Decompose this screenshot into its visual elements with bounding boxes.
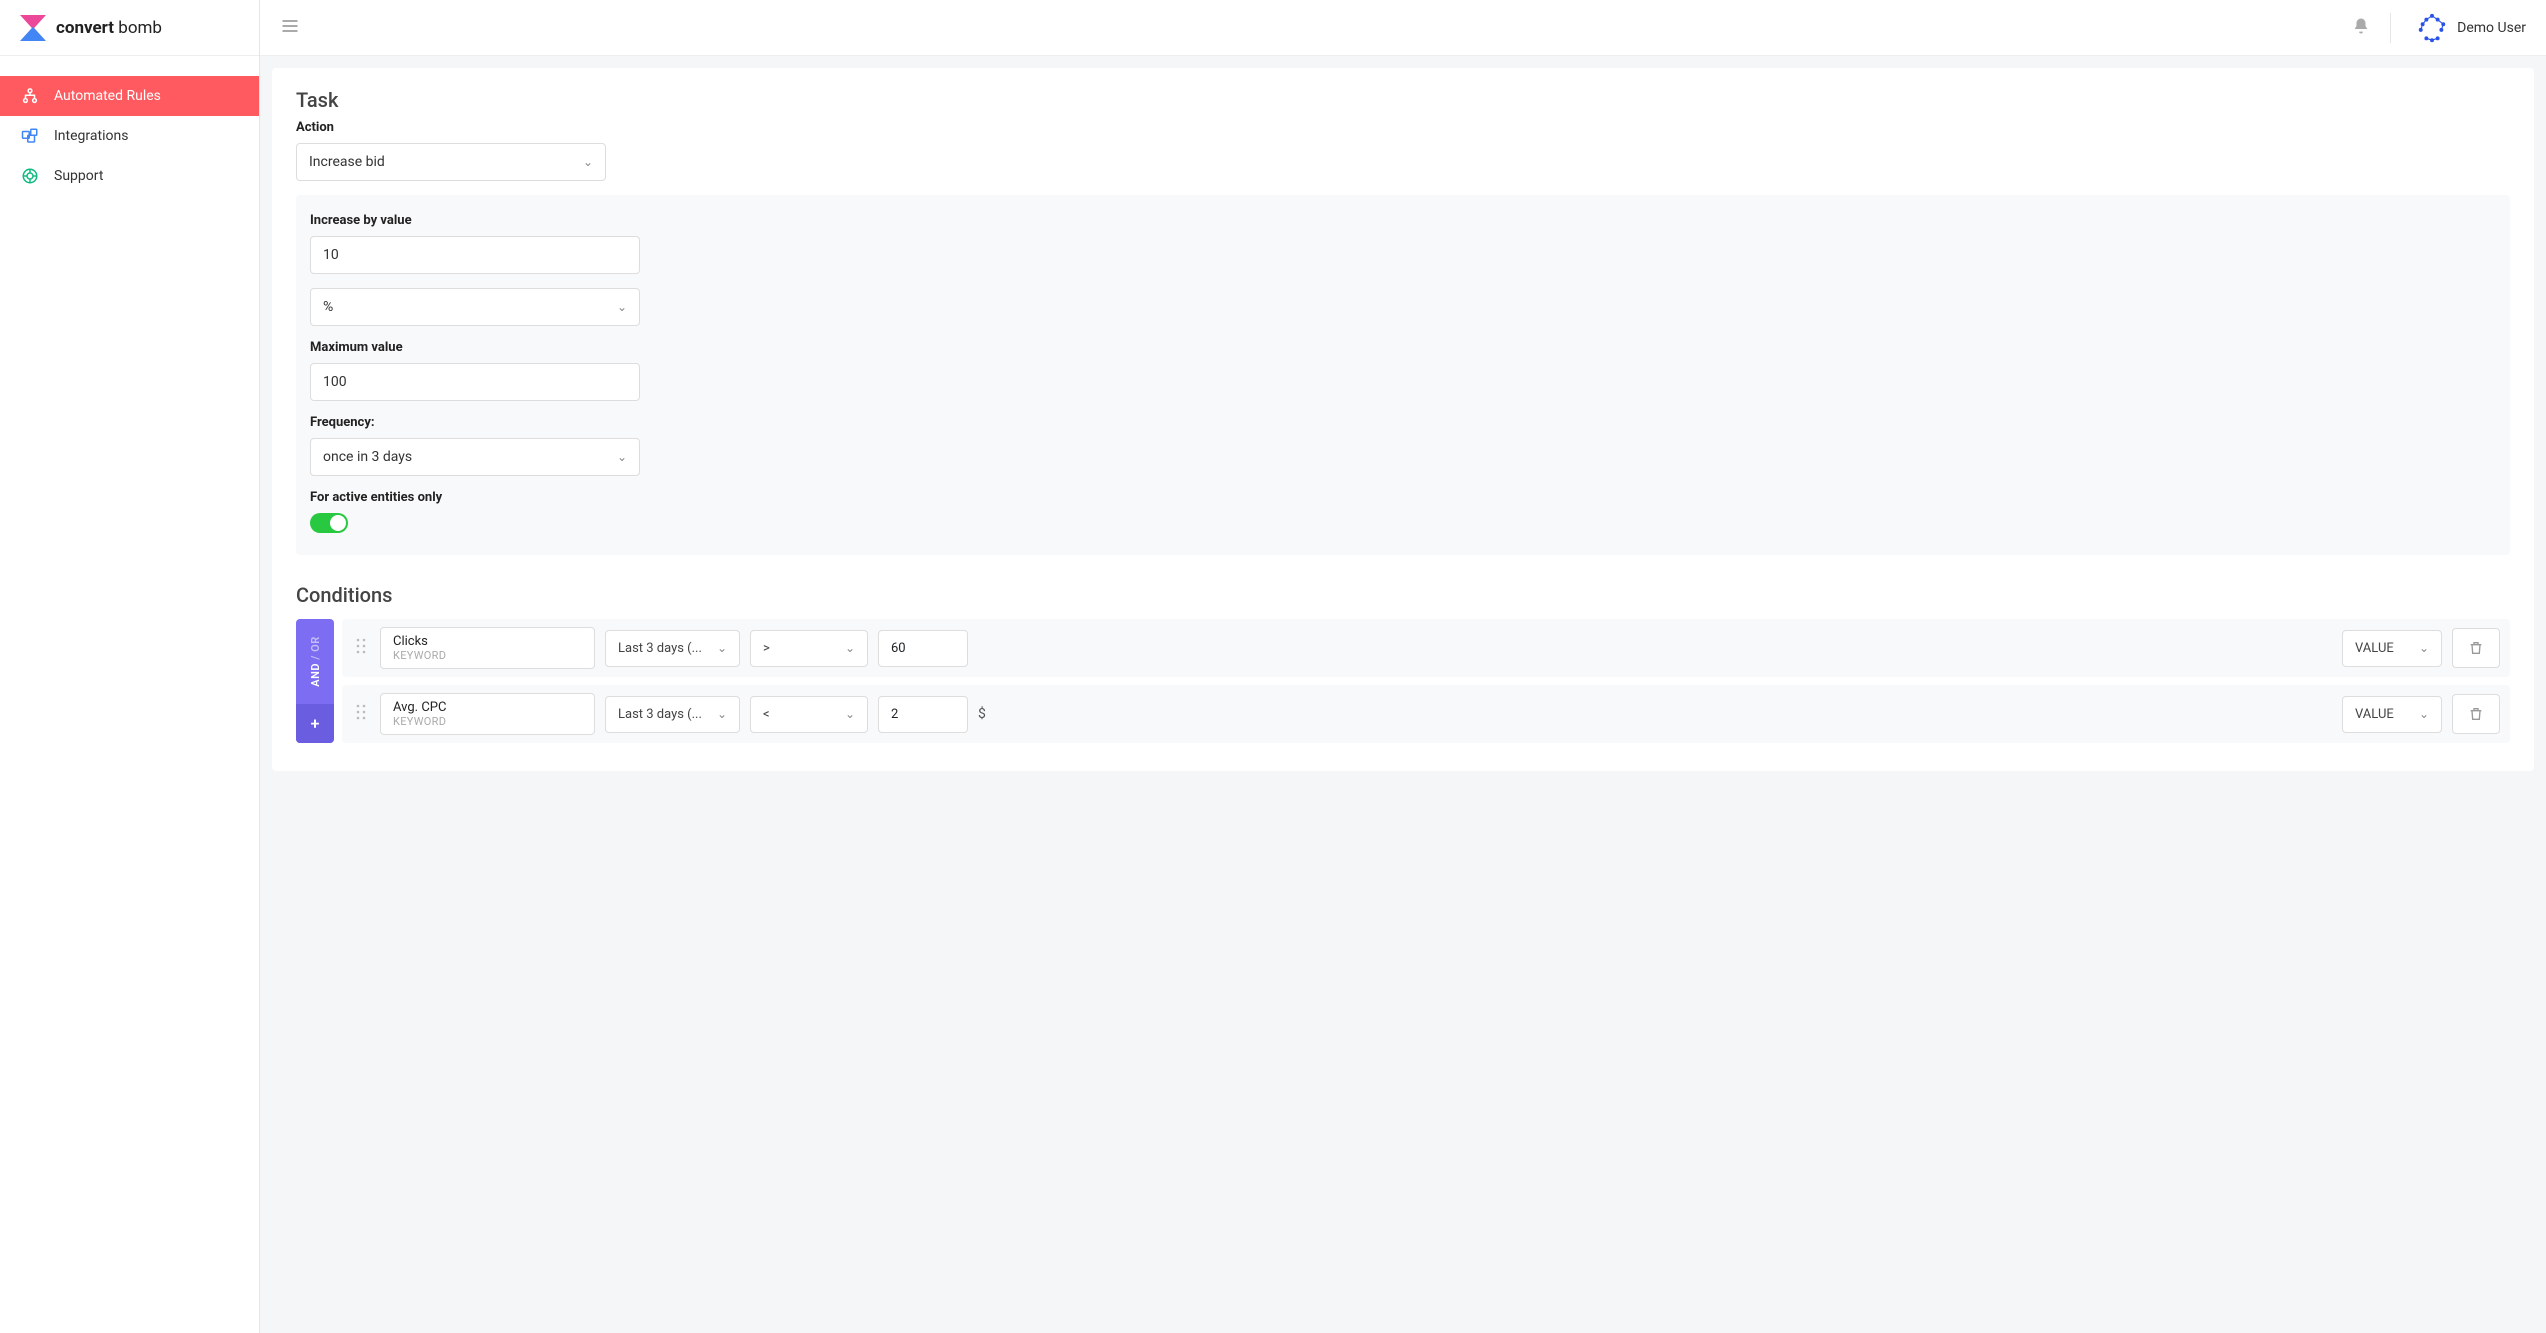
task-panel: Task Action Increase bid ⌄ Increase by v… (272, 68, 2534, 771)
sidebar-item-automated-rules[interactable]: Automated Rules (0, 76, 259, 116)
nav: Automated Rules Integrations Support (0, 56, 259, 196)
chevron-down-icon: ⌄ (583, 155, 593, 169)
chevron-down-icon: ⌄ (2419, 641, 2429, 655)
chevron-down-icon: ⌄ (845, 641, 855, 655)
sidebar-item-support[interactable]: Support (0, 156, 259, 196)
and-or-label: AND / OR (309, 636, 322, 687)
active-entities-label: For active entities only (310, 490, 2496, 505)
period-select[interactable]: Last 3 days (... ⌄ (605, 630, 740, 667)
sidebar-item-integrations[interactable]: Integrations (0, 116, 259, 156)
chevron-down-icon: ⌄ (2419, 707, 2429, 721)
topbar: Demo User (260, 0, 2546, 56)
notifications-icon[interactable] (2352, 17, 2370, 39)
max-value-input[interactable]: 100 (310, 363, 640, 401)
unit-value: % (323, 299, 333, 315)
user-menu[interactable]: Demo User (2411, 13, 2526, 43)
max-label: Maximum value (310, 340, 2496, 355)
logo-icon (20, 15, 46, 41)
delete-condition-button[interactable] (2452, 628, 2500, 668)
sidebar-item-label: Automated Rules (54, 88, 161, 104)
sidebar-item-label: Support (54, 168, 103, 184)
action-select[interactable]: Increase bid ⌄ (296, 143, 606, 181)
period-select[interactable]: Last 3 days (... ⌄ (605, 696, 740, 733)
condition-row: Clicks KEYWORD Last 3 days (... ⌄ > ⌄ (342, 619, 2510, 677)
chevron-down-icon: ⌄ (617, 300, 627, 314)
metric-select[interactable]: Clicks KEYWORD (380, 627, 595, 669)
user-name: Demo User (2457, 20, 2526, 36)
integrations-icon (20, 127, 40, 145)
value-input[interactable]: 2 (878, 696, 968, 733)
delete-condition-button[interactable] (2452, 694, 2500, 734)
unit-select[interactable]: % ⌄ (310, 288, 640, 326)
rules-icon (20, 87, 40, 105)
conditions-title: Conditions (296, 583, 2510, 607)
value-input[interactable]: 60 (878, 630, 968, 667)
drag-handle-icon[interactable] (352, 703, 370, 725)
trash-icon (2468, 640, 2484, 656)
sidebar: convert bomb Automated Rules Integration… (0, 0, 260, 1333)
trash-icon (2468, 706, 2484, 722)
chevron-down-icon: ⌄ (617, 450, 627, 464)
active-entities-toggle[interactable] (310, 513, 348, 533)
task-details: Increase by value 10 % ⌄ Maximum value (296, 195, 2510, 555)
action-label: Action (296, 120, 2510, 135)
operator-select[interactable]: > ⌄ (750, 630, 868, 667)
value-type-select[interactable]: VALUE ⌄ (2342, 696, 2442, 733)
value-type-select[interactable]: VALUE ⌄ (2342, 630, 2442, 667)
chevron-down-icon: ⌄ (717, 641, 727, 655)
menu-toggle-icon[interactable] (280, 16, 300, 40)
frequency-select[interactable]: once in 3 days ⌄ (310, 438, 640, 476)
value-unit: $ (978, 706, 994, 722)
divider (2390, 13, 2391, 43)
metric-select[interactable]: Avg. CPC KEYWORD (380, 693, 595, 735)
condition-row: Avg. CPC KEYWORD Last 3 days (... ⌄ < ⌄ (342, 685, 2510, 743)
action-value: Increase bid (309, 154, 385, 170)
and-or-operator[interactable]: AND / OR + (296, 619, 334, 743)
frequency-value: once in 3 days (323, 449, 412, 465)
conditions-block: AND / OR + Clicks (296, 619, 2510, 743)
support-icon (20, 167, 40, 185)
avatar-icon (2417, 13, 2447, 43)
operator-select[interactable]: < ⌄ (750, 696, 868, 733)
sidebar-item-label: Integrations (54, 128, 128, 144)
logo-text: convert bomb (56, 18, 162, 38)
logo[interactable]: convert bomb (0, 0, 259, 56)
chevron-down-icon: ⌄ (845, 707, 855, 721)
frequency-label: Frequency: (310, 415, 2496, 430)
increase-value-input[interactable]: 10 (310, 236, 640, 274)
increase-label: Increase by value (310, 213, 2496, 228)
add-condition-group-button[interactable]: + (296, 704, 334, 743)
chevron-down-icon: ⌄ (717, 707, 727, 721)
drag-handle-icon[interactable] (352, 637, 370, 659)
task-title: Task (296, 88, 2510, 112)
